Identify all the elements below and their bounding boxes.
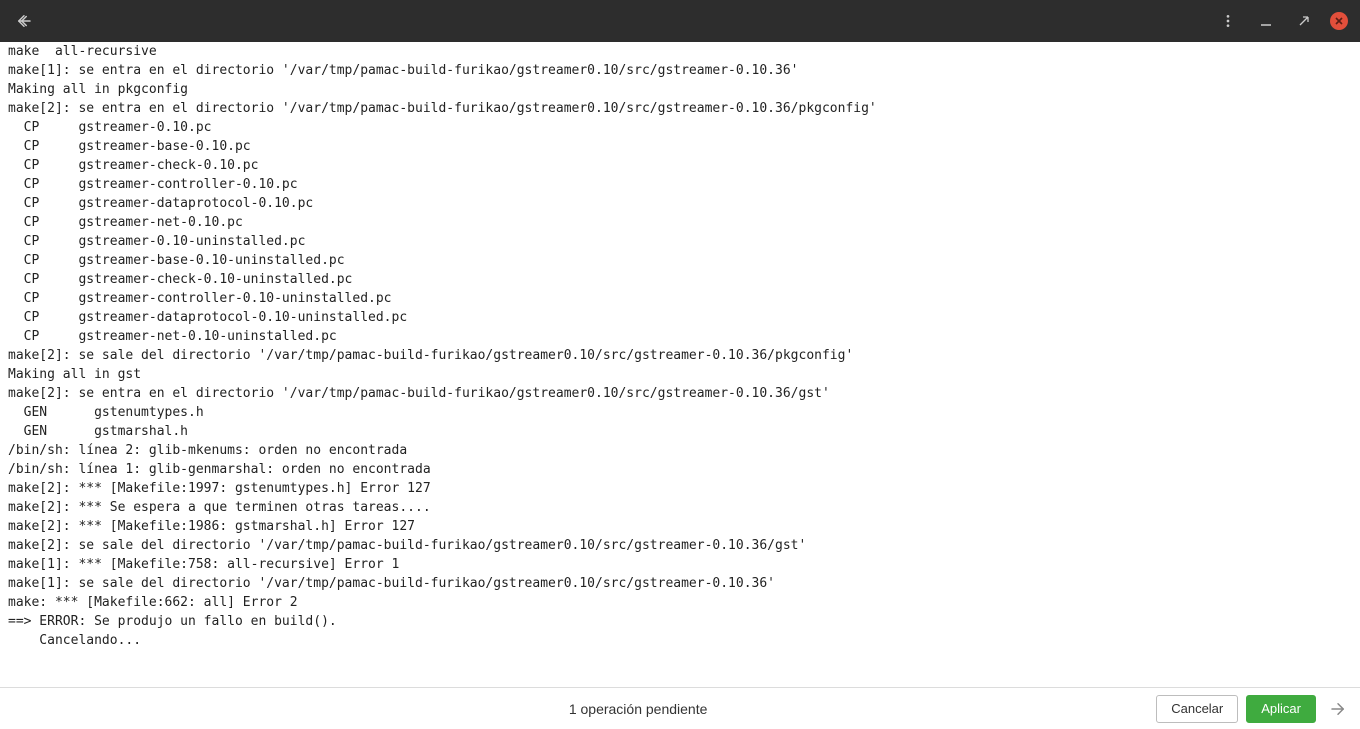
restore-icon	[1297, 14, 1311, 28]
cancel-button[interactable]: Cancelar	[1156, 695, 1238, 723]
close-icon	[1334, 16, 1344, 26]
apply-button[interactable]: Aplicar	[1246, 695, 1316, 723]
close-button[interactable]	[1330, 12, 1348, 30]
back-arrow-icon	[15, 12, 33, 30]
minimize-button[interactable]	[1254, 9, 1278, 33]
forward-arrow-icon	[1329, 700, 1347, 718]
terminal-output[interactable]: make all-recursive make[1]: se entra en …	[0, 42, 1360, 687]
kebab-menu-icon	[1220, 13, 1236, 29]
next-button[interactable]	[1324, 695, 1352, 723]
back-button[interactable]	[12, 9, 36, 33]
menu-button[interactable]	[1216, 9, 1240, 33]
maximize-button[interactable]	[1292, 9, 1316, 33]
titlebar-right	[1216, 9, 1348, 33]
titlebar-left	[12, 9, 36, 33]
minimize-icon	[1259, 14, 1273, 28]
footer-bar: 1 operación pendiente Cancelar Aplicar	[0, 687, 1360, 729]
titlebar	[0, 0, 1360, 42]
status-text: 1 operación pendiente	[8, 701, 1148, 717]
